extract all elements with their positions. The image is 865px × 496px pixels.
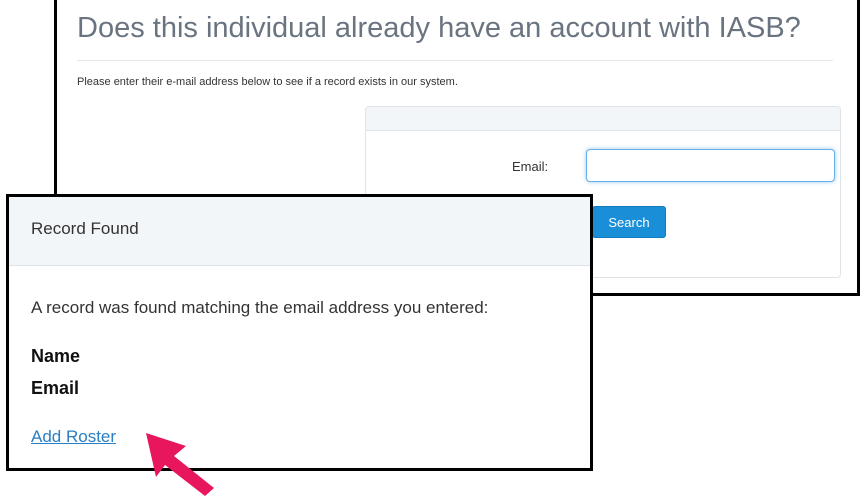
email-input[interactable] xyxy=(586,149,835,182)
record-name-field: Name xyxy=(31,346,81,366)
page-title: Does this individual already have an acc… xyxy=(77,12,801,44)
search-button[interactable]: Search xyxy=(592,206,666,238)
title-divider xyxy=(77,60,833,61)
stage: Does this individual already have an acc… xyxy=(0,0,865,496)
record-found-title: Record Found xyxy=(31,219,139,238)
record-found-header: Record Found xyxy=(9,197,590,266)
email-search-card-header xyxy=(366,107,840,131)
record-found-message: A record was found matching the email ad… xyxy=(31,298,489,317)
email-label: Email: xyxy=(512,159,549,174)
search-instruction: Please enter their e-mail address below … xyxy=(77,76,458,88)
add-roster-link[interactable]: Add Roster xyxy=(31,427,116,447)
record-email-field: Email xyxy=(31,378,80,398)
record-found-dialog: Record Found A record was found matching… xyxy=(6,194,593,471)
